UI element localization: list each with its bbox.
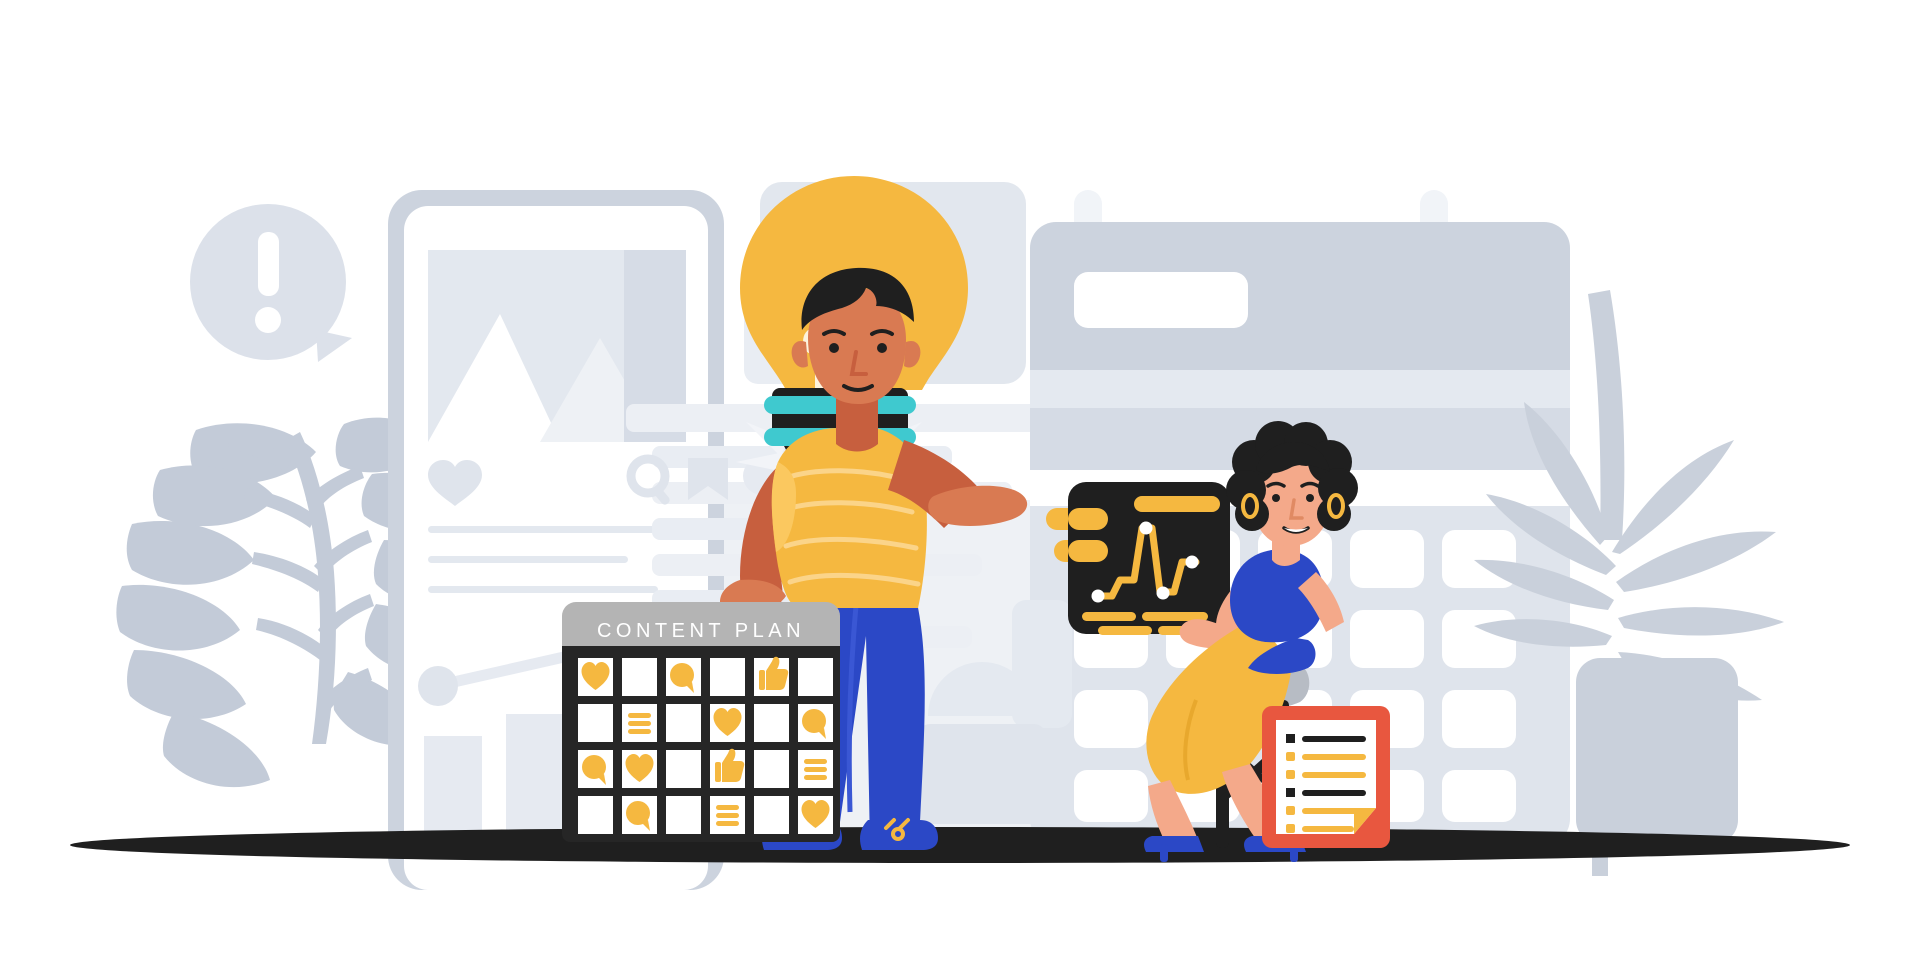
bg-decor-center-bottom [918,662,1046,824]
text-lines-icon [716,805,739,826]
grid-cell[interactable] [622,704,657,742]
illustration-canvas: CONTENT PLAN [0,0,1920,960]
chart-node [1185,555,1199,569]
grid-cell[interactable] [754,796,789,834]
checklist-line [1302,808,1366,814]
chart-node [1139,521,1153,535]
checklist-line [1302,736,1366,742]
analytics-tag-2-inner [1068,540,1108,562]
text-lines-icon [628,713,651,734]
grid-cell[interactable] [798,704,833,742]
checklist-bullet [1286,824,1295,833]
grid-cell[interactable] [710,748,745,788]
grid-cell[interactable] [666,750,701,788]
checklist-line [1302,826,1354,832]
grid-cell[interactable] [754,704,789,742]
checklist-bullet [1286,734,1295,743]
grid-cell[interactable] [754,656,789,696]
checklist-bullet [1286,752,1295,761]
grid-cell[interactable] [578,658,613,696]
grid-cell[interactable] [666,704,701,742]
grid-cell[interactable] [666,658,701,696]
desk-shadow-ellipse [70,827,1850,863]
checklist-line [1302,754,1366,760]
alert-speech-bubble [190,204,352,362]
checklist-bullet [1286,770,1295,779]
grid-cell[interactable] [622,658,657,696]
text-lines-icon [804,759,827,780]
analytics-title-bar [1134,496,1220,512]
checklist-bullet [1286,788,1295,797]
grid-cell[interactable] [578,796,613,834]
man-shoe-left [860,820,938,850]
grid-cell[interactable] [798,796,833,834]
grid-cell[interactable] [798,658,833,696]
content-plan-board[interactable]: CONTENT PLAN [562,602,840,842]
checklist-bullet [1286,806,1295,815]
grid-cell[interactable] [578,704,613,742]
analytics-bottom-bar [1098,626,1152,635]
man-neck [836,398,878,452]
analytics-board[interactable] [1046,482,1230,635]
checklist-line [1302,790,1366,796]
grid-cell[interactable] [622,796,657,834]
chart-node [1091,589,1105,603]
analytics-tag-1-inner [1068,508,1108,530]
grid-cell[interactable] [666,796,701,834]
grid-cell[interactable] [710,796,745,834]
chart-node [1156,586,1170,600]
content-planning-illustration: CONTENT PLAN [70,176,1850,890]
grid-cell[interactable] [622,750,657,788]
grid-cell[interactable] [798,750,833,788]
grid-cell[interactable] [710,704,745,742]
analytics-bottom-bar [1082,612,1136,621]
grid-cell[interactable] [754,750,789,788]
grid-cell[interactable] [578,750,613,788]
checklist-line [1302,772,1366,778]
content-plan-title: CONTENT PLAN [597,620,805,642]
grid-cell[interactable] [710,658,745,696]
checklist-clipboard[interactable] [1262,706,1390,848]
